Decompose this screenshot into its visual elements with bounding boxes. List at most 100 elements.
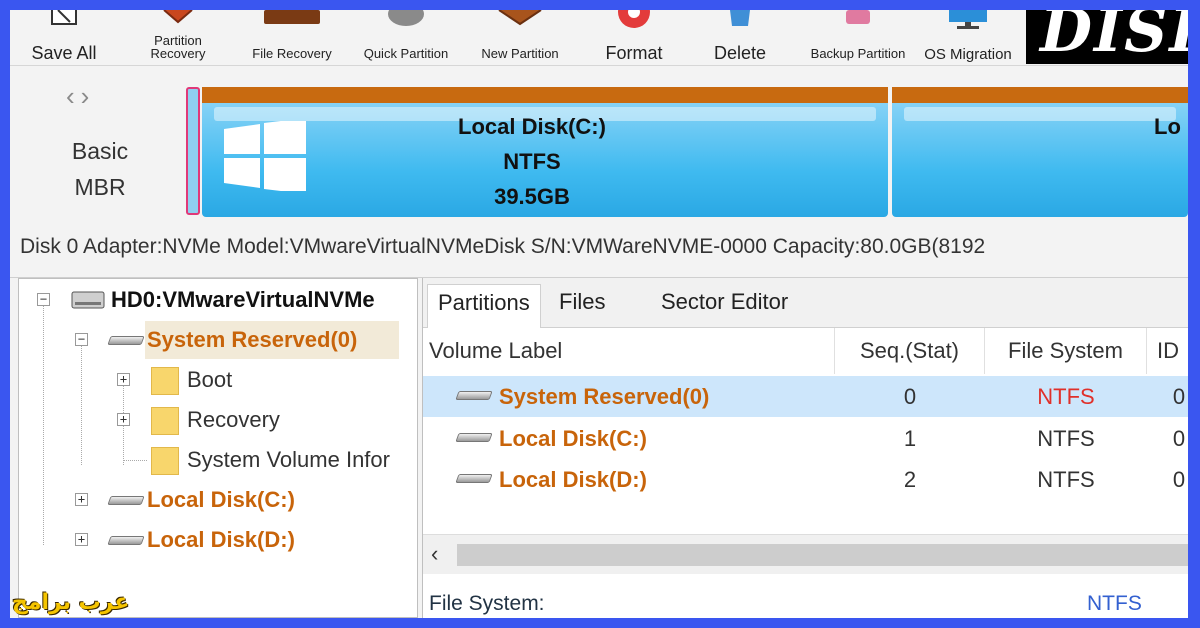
row-id: 0	[1172, 426, 1186, 451]
column-file-system[interactable]: File System	[985, 328, 1147, 374]
collapse-icon[interactable]: −	[37, 293, 50, 306]
save-all-label: Save All	[31, 43, 97, 63]
drive-icon	[455, 391, 493, 400]
partition-c-size: 39.5GB	[494, 184, 570, 209]
folder-icon	[151, 447, 179, 475]
scrollbar-thumb[interactable]	[457, 544, 1188, 566]
details-fs-value: NTFS	[1087, 592, 1142, 615]
disk-type: Basic MBR	[50, 133, 150, 205]
partition-list-panel: Partitions Files Sector Editor Volume La…	[422, 278, 1188, 618]
new-partition-button[interactable]: New Partition	[474, 10, 566, 64]
format-icon	[618, 10, 650, 28]
tab-files[interactable]: Files	[549, 284, 615, 328]
format-button[interactable]: Format	[588, 10, 680, 64]
tree-item-boot[interactable]: + Boot	[19, 361, 417, 399]
row-file-system: NTFS	[1037, 467, 1095, 492]
partition-block-d[interactable]: Lo	[892, 87, 1188, 217]
delete-icon	[730, 10, 750, 26]
disk-map: ‹ › Basic MBR Local Disk(C:) NTFS 39.5GB …	[10, 67, 1188, 233]
details-pane: File System: NTFS	[423, 578, 1188, 618]
new-partition-icon	[498, 10, 542, 26]
quick-partition-icon	[388, 10, 424, 26]
tree-item-local-d[interactable]: + Local Disk(D:)	[19, 521, 417, 559]
grid-header: Volume Label Seq.(Stat) File System ID	[423, 328, 1188, 374]
drive-icon	[455, 433, 493, 442]
tree-disk-label: HD0:VMwareVirtualNVMe	[111, 287, 375, 312]
scroll-left-arrow-icon[interactable]: ‹	[431, 541, 438, 567]
drive-icon	[107, 496, 145, 505]
tree-item-disk[interactable]: − HD0:VMwareVirtualNVMe	[19, 281, 417, 319]
partition-table-type: MBR	[74, 174, 126, 200]
tree-local-c-label: Local Disk(C:)	[147, 487, 295, 512]
tree-local-d-label: Local Disk(D:)	[147, 527, 295, 552]
backup-partition-label: Backup Partition	[810, 46, 906, 61]
tree-item-system-volume-information[interactable]: System Volume Infor	[19, 441, 417, 479]
column-id[interactable]: ID	[1147, 328, 1188, 374]
drive-icon	[107, 536, 145, 545]
windows-logo-icon	[224, 121, 306, 191]
save-icon	[51, 10, 77, 25]
table-row[interactable]: Local Disk(C:) 1 NTFS 0	[423, 418, 1188, 459]
column-seq-stat[interactable]: Seq.(Stat)	[835, 328, 985, 374]
app-window: Save All Partition Recovery File Recover…	[10, 10, 1188, 618]
file-recovery-label: File Recovery	[252, 46, 332, 61]
details-fs-label: File System:	[429, 592, 545, 615]
save-all-button[interactable]: Save All	[18, 10, 110, 64]
column-volume-label[interactable]: Volume Label	[423, 328, 835, 374]
partition-block-system-reserved[interactable]	[186, 87, 200, 215]
horizontal-scrollbar[interactable]: ‹	[423, 534, 1188, 574]
os-migration-icon	[949, 10, 987, 29]
backup-partition-button[interactable]: Backup Partition	[810, 10, 906, 64]
expand-icon[interactable]: +	[117, 413, 130, 426]
row-volume-label: Local Disk(D:)	[499, 467, 647, 492]
tab-sector-editor[interactable]: Sector Editor	[651, 284, 798, 328]
drive-icon	[107, 336, 145, 345]
expand-icon[interactable]: +	[75, 493, 88, 506]
partition-recovery-label: Partition Recovery	[150, 33, 206, 61]
table-row[interactable]: System Reserved(0) 0 NTFS 0	[423, 376, 1188, 417]
os-migration-button[interactable]: OS Migration	[918, 10, 1018, 64]
file-recovery-icon	[264, 10, 320, 24]
toolbar: Save All Partition Recovery File Recover…	[10, 10, 1188, 66]
partition-c-name: Local Disk(C:)	[458, 114, 606, 139]
tree-system-reserved-label: System Reserved(0)	[147, 327, 358, 352]
tree-boot-label: Boot	[187, 367, 233, 392]
folder-icon	[151, 367, 179, 395]
row-id: 0	[1172, 384, 1186, 409]
file-recovery-button[interactable]: File Recovery	[246, 10, 338, 64]
chevron-right-icon[interactable]: ›	[81, 81, 90, 111]
partition-c-fs: NTFS	[503, 149, 561, 174]
quick-partition-button[interactable]: Quick Partition	[360, 10, 452, 64]
tab-bar: Partitions Files Sector Editor	[423, 278, 1188, 329]
quick-partition-label: Quick Partition	[363, 46, 449, 61]
row-file-system: NTFS	[1037, 384, 1095, 409]
collapse-icon[interactable]: −	[75, 333, 88, 346]
os-migration-label: OS Migration	[924, 46, 1012, 63]
format-label: Format	[605, 43, 663, 63]
disk-tree: − HD0:VMwareVirtualNVMe System Reserved(…	[18, 278, 418, 618]
new-partition-label: New Partition	[481, 46, 559, 61]
disk-style: Basic	[71, 138, 129, 164]
partition-block-c[interactable]: Local Disk(C:) NTFS 39.5GB	[202, 87, 888, 217]
delete-label: Delete	[713, 43, 767, 63]
disk-nav: ‹ ›	[66, 81, 95, 112]
partition-recovery-icon	[163, 10, 193, 24]
delete-button[interactable]: Delete	[694, 10, 786, 64]
row-id: 0	[1172, 467, 1186, 492]
tree-item-local-c[interactable]: + Local Disk(C:)	[19, 481, 417, 519]
row-seq: 2	[903, 467, 917, 492]
table-row[interactable]: Local Disk(D:) 2 NTFS 0	[423, 459, 1188, 500]
product-logo: DISK	[1026, 10, 1188, 64]
tree-item-system-reserved[interactable]: System Reserved(0)	[145, 321, 399, 359]
expand-icon[interactable]: +	[117, 373, 130, 386]
row-volume-label: System Reserved(0)	[499, 384, 710, 409]
tab-partitions[interactable]: Partitions	[427, 284, 541, 329]
hard-disk-icon	[71, 291, 105, 309]
disk-info-bar: Disk 0 Adapter:NVMe Model:VMwareVirtualN…	[10, 232, 1188, 278]
watermark: عرب برامج	[12, 590, 130, 615]
expand-icon[interactable]: +	[75, 533, 88, 546]
partition-recovery-button[interactable]: Partition Recovery	[132, 10, 224, 64]
drive-icon	[455, 474, 493, 483]
tree-item-recovery[interactable]: + Recovery	[19, 401, 417, 439]
chevron-left-icon[interactable]: ‹	[66, 81, 75, 111]
